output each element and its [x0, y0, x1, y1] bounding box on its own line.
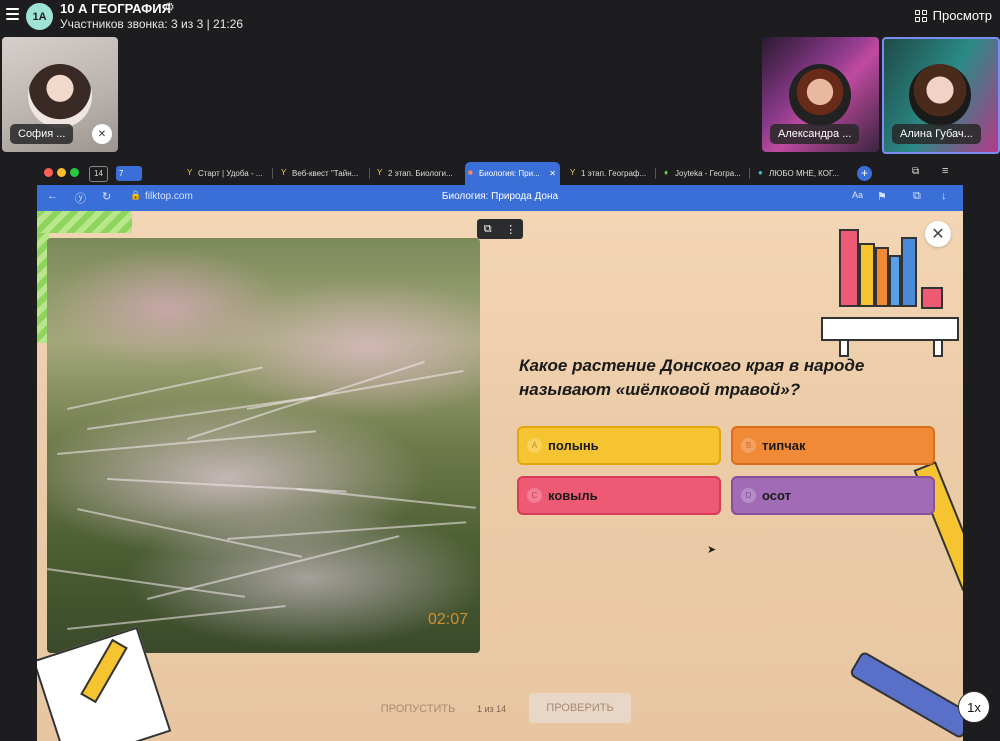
tab-stage2-biology[interactable]: Y2 этап. Биологи...: [374, 162, 460, 185]
view-button-label: Просмотр: [932, 8, 992, 23]
joyteka-icon: ♦: [664, 168, 669, 177]
minimize-window-icon[interactable]: [57, 168, 66, 177]
call-subtitle: Участников звонка: 3 из 3 | 21:26: [60, 17, 244, 31]
book-decoration: [889, 255, 901, 307]
tab-biology-nature-active[interactable]: ■ Биология: При... ✕: [465, 162, 560, 185]
timer: 02:07: [427, 611, 468, 628]
image-toolbar: ⧉ ⋮: [477, 219, 523, 239]
bookmark-icon[interactable]: ⚑: [877, 190, 887, 203]
close-icon: ✕: [931, 226, 945, 243]
tab-stage1-geography[interactable]: Y1 этап. Географ...: [567, 162, 652, 185]
question-text: Какое растение Донского края в народе на…: [519, 356, 865, 399]
tab-group-badge[interactable]: 7: [116, 166, 142, 181]
option-label: типчак: [762, 438, 806, 453]
tab-joyteka[interactable]: ♦ Joyteka - Геогра...: [661, 162, 746, 185]
reader-icon[interactable]: Aa: [852, 190, 863, 200]
option-label: ковыль: [548, 488, 598, 503]
pencil-cup-decoration: [921, 287, 943, 309]
answer-option-a[interactable]: A полынь: [517, 426, 721, 465]
tab-web-quest[interactable]: Y Веб-квест "Тайн...: [278, 162, 366, 185]
option-label: полынь: [548, 438, 599, 453]
check-button[interactable]: ПРОВЕРИТЬ: [529, 693, 631, 723]
close-window-icon[interactable]: [44, 168, 53, 177]
question-progress: 1 из 14: [477, 704, 507, 714]
answer-option-c[interactable]: C ковыль: [517, 476, 721, 515]
menu-icon[interactable]: [6, 8, 19, 22]
shelf-decoration: [821, 317, 959, 341]
browser-menu-icon[interactable]: ≡: [942, 165, 948, 177]
participant-photo: [28, 64, 92, 128]
site-icon: ●: [758, 168, 763, 177]
decor-stripe: [37, 211, 132, 233]
gear-icon[interactable]: ⚙: [164, 0, 175, 14]
question-photo: 02:07: [47, 238, 480, 653]
participant-name: Алина Губач...: [892, 124, 981, 144]
address-bar: ← ⓨ ↻ 🔒 filktop.com Биология: Природа До…: [37, 185, 963, 211]
option-letter: A: [527, 438, 542, 453]
yandex-icon: Y: [281, 168, 287, 177]
book-decoration: [875, 247, 889, 307]
browser-tab-bar: 14 7 Y Старт | Удоба - ... Y Веб-квест "Та…: [37, 162, 963, 185]
close-quiz-button[interactable]: ✕: [925, 221, 951, 247]
avatar: 1А: [26, 3, 53, 30]
open-external-icon[interactable]: ⧉: [484, 223, 492, 236]
participant-name: Александра ...: [770, 124, 860, 144]
new-tab-icon[interactable]: +: [857, 166, 872, 181]
shelf-leg: [933, 341, 943, 357]
filktop-icon: ■: [468, 168, 473, 177]
view-button[interactable]: Просмотр: [914, 8, 992, 23]
book-decoration: [839, 229, 859, 307]
close-tab-icon[interactable]: ✕: [549, 162, 556, 185]
call-title: 10 А ГЕОГРАФИЯ: [60, 1, 171, 16]
more-icon[interactable]: ⋮: [505, 223, 516, 236]
mouse-cursor-icon: ➤: [707, 544, 717, 556]
download-icon[interactable]: ↓: [941, 190, 947, 202]
yandex-icon: Y: [377, 168, 383, 177]
share-icon[interactable]: ⧉: [913, 190, 921, 203]
book-decoration: [901, 237, 917, 307]
yandex-icon: Y: [570, 168, 576, 177]
participant-tile-aleksandra[interactable]: Александра ...: [762, 37, 879, 152]
answer-option-b[interactable]: B типчак: [731, 426, 935, 465]
playback-speed-button[interactable]: 1x: [958, 691, 990, 723]
participant-photo: [789, 64, 851, 126]
yandex-icon: Y: [187, 168, 193, 177]
maximize-window-icon[interactable]: [70, 168, 79, 177]
option-letter: B: [741, 438, 756, 453]
option-letter: C: [527, 488, 542, 503]
camera-off-icon: ✕: [92, 124, 112, 144]
answer-option-d[interactable]: D осот: [731, 476, 935, 515]
participant-name: София ...: [10, 124, 74, 144]
skip-button[interactable]: ПРОПУСТИТЬ: [367, 698, 469, 720]
tab-lyubo-mne[interactable]: ● ЛЮБО МНЕ, КОГ...: [755, 162, 845, 185]
tab-start-udoba[interactable]: Y Старт | Удоба - ...: [184, 162, 269, 185]
participant-tile-sofia[interactable]: София ... ✕: [2, 37, 118, 152]
participant-tile-alina[interactable]: Алина Губач...: [882, 37, 1000, 154]
quiz-area: 02:07 ⧉ ⋮ ✕ Какое растение Донского края…: [37, 211, 963, 741]
option-letter: D: [741, 488, 756, 503]
grid-view-icon: [914, 9, 927, 22]
participant-photo: [909, 64, 971, 126]
book-decoration: [859, 243, 875, 307]
option-label: осот: [762, 488, 791, 503]
page-title: Биология: Природа Дона: [441, 191, 559, 202]
marker-decoration: [848, 650, 963, 740]
tabs-overview-icon[interactable]: ⧉: [912, 166, 919, 177]
tab-count-badge[interactable]: 14: [89, 166, 108, 182]
